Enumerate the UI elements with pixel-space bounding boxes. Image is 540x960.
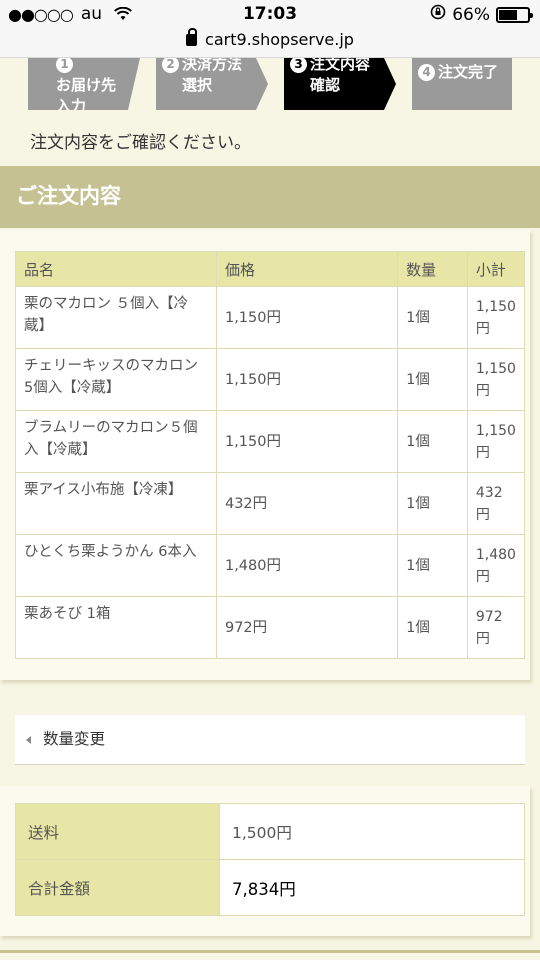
item-subtotal: 1,150円 (466, 410, 526, 473)
change-quantity-label: 数量変更 (43, 730, 106, 748)
table-row: 栗あそび 1箱 972円 1個 972円 (15, 596, 526, 659)
item-name: ブラムリーのマカロン５個入【冷蔵】 (15, 410, 217, 473)
status-bar: ●●○○○ au 17:03 66% cart9.shopserve.jp (0, 0, 540, 58)
orientation-lock-icon (430, 4, 446, 25)
page-bottom-divider (0, 950, 540, 960)
table-header-row: 品名 価格 数量 小計 (15, 251, 526, 287)
step-2: 2 決済方法 選択 (156, 58, 268, 110)
step-number: 4 (418, 64, 435, 81)
item-price: 1,150円 (215, 286, 399, 349)
header-qty: 数量 (397, 251, 468, 287)
step-number: 2 (162, 58, 179, 73)
item-subtotal: 1,150円 (466, 286, 526, 349)
item-subtotal: 1,150円 (466, 348, 526, 411)
shipping-label: 送料 (15, 803, 220, 860)
step-number: 3 (290, 58, 307, 73)
item-name: チェリーキッスのマカロン 5個入【冷蔵】 (15, 348, 217, 411)
item-qty: 1個 (397, 410, 468, 473)
item-price: 1,150円 (215, 348, 399, 411)
step-number: 1 (56, 58, 73, 73)
item-qty: 1個 (397, 596, 468, 659)
item-qty: 1個 (397, 348, 468, 411)
item-qty: 1個 (397, 286, 468, 349)
item-name: ひとくち栗ようかん 6本入 (15, 534, 217, 597)
table-row: ひとくち栗ようかん 6本入 1,480円 1個 1,480円 (15, 534, 526, 597)
table-row: ブラムリーのマカロン５個入【冷蔵】 1,150円 1個 1,150円 (15, 410, 526, 473)
item-price: 972円 (215, 596, 399, 659)
checkout-steps: 1 お届け先 入力 2 決済方法 選択 3 注文内容 確認 4 注文完了 (28, 58, 512, 110)
item-qty: 1個 (397, 534, 468, 597)
shipping-row: 送料 1,500円 (15, 803, 525, 860)
item-subtotal: 1,480円 (466, 534, 526, 597)
intro-text: 注文内容をご確認ください。 (30, 133, 251, 153)
order-totals-card: 送料 1,500円 合計金額 7,834円 (0, 786, 530, 936)
item-qty: 1個 (397, 472, 468, 535)
url-bar[interactable]: cart9.shopserve.jp (0, 28, 540, 49)
lock-icon (186, 28, 198, 46)
total-value: 7,834円 (219, 859, 525, 916)
item-name: 栗アイス小布施【冷凍】 (15, 472, 217, 535)
header-name: 品名 (15, 251, 217, 287)
item-subtotal: 432円 (466, 472, 526, 535)
battery-icon (496, 6, 533, 23)
order-totals-table: 送料 1,500円 合計金額 7,834円 (15, 803, 525, 916)
header-price: 価格 (215, 251, 399, 287)
triangle-left-icon (26, 736, 31, 744)
item-name: 栗のマカロン ５個入【冷蔵】 (15, 286, 217, 349)
order-items-card: 品名 価格 数量 小計 栗のマカロン ５個入【冷蔵】 1,150円 1個 1,1… (0, 230, 530, 680)
step-1: 1 お届け先 入力 (28, 58, 140, 110)
step-4: 4 注文完了 (412, 58, 512, 110)
step-3: 3 注文内容 確認 (284, 58, 396, 110)
item-price: 1,150円 (215, 410, 399, 473)
total-row: 合計金額 7,834円 (15, 859, 525, 916)
table-row: 栗アイス小布施【冷凍】 432円 1個 432円 (15, 472, 526, 535)
item-subtotal: 972円 (466, 596, 526, 659)
battery-percent: 66% (452, 4, 490, 25)
header-subtotal: 小計 (466, 251, 526, 287)
item-name: 栗あそび 1箱 (15, 596, 217, 659)
section-title: ご注文内容 (0, 166, 540, 228)
table-row: チェリーキッスのマカロン 5個入【冷蔵】 1,150円 1個 1,150円 (15, 348, 526, 411)
change-quantity-link[interactable]: 数量変更 (15, 715, 525, 765)
url-text: cart9.shopserve.jp (205, 30, 354, 49)
table-row: 栗のマカロン ５個入【冷蔵】 1,150円 1個 1,150円 (15, 286, 526, 349)
shipping-value: 1,500円 (219, 803, 525, 860)
total-label: 合計金額 (15, 859, 220, 916)
order-items-table: 品名 価格 数量 小計 栗のマカロン ５個入【冷蔵】 1,150円 1個 1,1… (15, 251, 526, 659)
item-price: 432円 (215, 472, 399, 535)
item-price: 1,480円 (215, 534, 399, 597)
